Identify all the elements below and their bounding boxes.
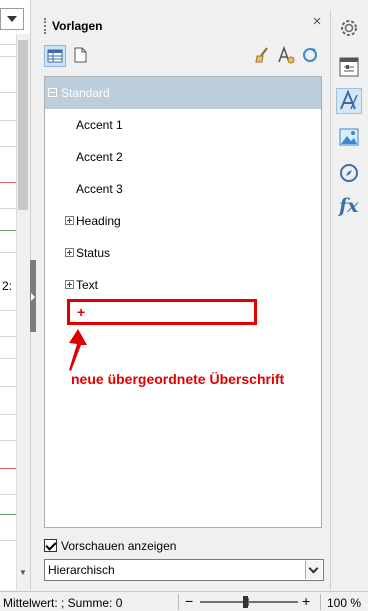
style-item-text[interactable]: Text <box>45 269 321 301</box>
fill-format-mode-button[interactable] <box>252 45 274 67</box>
fill-format-icon <box>255 47 268 63</box>
chevron-right-icon <box>31 293 35 301</box>
zoom-slider-center-tick <box>248 598 249 606</box>
panel-title: Vorlagen <box>52 19 103 33</box>
zoom-out-button[interactable]: − <box>185 592 193 610</box>
navigator-icon <box>340 164 358 182</box>
chevron-down-icon <box>7 16 17 22</box>
new-parent-heading-highlight: + <box>67 299 257 325</box>
grid-line <box>0 386 16 387</box>
styles-toolbar <box>44 45 324 71</box>
styles-panel: Vorlagen × Standard Accent 1 Accent 2 Ac… <box>36 10 329 590</box>
zoom-slider-handle[interactable] <box>243 596 248 608</box>
style-item-accent-2[interactable]: Accent 2 <box>45 141 321 173</box>
annotation-arrow-icon <box>69 329 87 371</box>
grid-line <box>0 44 16 45</box>
grid-line <box>0 56 16 57</box>
styles-icon <box>340 89 358 110</box>
functions-icon: fx <box>339 195 359 217</box>
sidebar-styles-button[interactable] <box>336 88 362 114</box>
page-styles-icon <box>74 47 87 63</box>
style-item-accent-1[interactable]: Accent 1 <box>45 109 321 141</box>
name-box-dropdown[interactable] <box>0 8 24 30</box>
panel-drag-handle[interactable] <box>44 18 48 34</box>
preview-checkbox[interactable] <box>44 539 57 552</box>
paragraph-styles-button[interactable] <box>44 45 66 67</box>
grid-line <box>0 120 16 121</box>
update-style-button[interactable] <box>300 45 322 67</box>
style-item-label: Accent 1 <box>76 118 123 132</box>
cell-text: 2: <box>2 279 13 293</box>
style-filter-select[interactable]: Hierarchisch <box>44 559 324 581</box>
expand-icon[interactable] <box>65 248 74 257</box>
status-bar: Mittelwert: ; Summe: 0 − + 100 % <box>0 591 368 611</box>
scroll-down-arrow-icon[interactable]: ▼ <box>18 568 28 578</box>
styles-list[interactable]: Standard Accent 1 Accent 2 Accent 3 Head… <box>44 76 322 528</box>
style-item-label: Heading <box>76 214 121 228</box>
settings-icon <box>341 20 357 36</box>
plus-icon: + <box>77 304 86 320</box>
style-item-label: Accent 3 <box>76 182 123 196</box>
style-filter-value: Hierarchisch <box>48 563 115 577</box>
sidebar-gallery-button[interactable] <box>336 124 362 150</box>
style-item-label: Standard <box>61 86 110 100</box>
grid-line <box>0 146 16 147</box>
new-style-button[interactable] <box>276 45 298 67</box>
page-styles-button[interactable] <box>70 45 92 67</box>
status-separator <box>178 594 179 610</box>
sidebar-functions-button[interactable]: fx <box>336 195 362 221</box>
grid-line <box>0 468 16 469</box>
close-icon[interactable]: × <box>309 14 325 30</box>
grid-line <box>0 310 16 311</box>
style-item-label: Status <box>76 246 111 260</box>
style-item-accent-3[interactable]: Accent 3 <box>45 173 321 205</box>
dropdown-button[interactable] <box>305 561 322 579</box>
preview-label: Vorschauen anzeigen <box>61 539 177 553</box>
gallery-icon <box>339 128 359 146</box>
sidebar-settings-button[interactable] <box>336 15 362 41</box>
chevron-down-icon <box>308 563 319 574</box>
sidebar-navigator-button[interactable] <box>336 160 362 186</box>
zoom-slider[interactable] <box>200 601 298 603</box>
grid-line <box>0 440 16 441</box>
properties-icon <box>339 57 359 77</box>
annotation-text: neue übergeordnete Überschrift <box>71 371 285 387</box>
style-item-label: Text <box>76 278 99 292</box>
style-item-label: Accent 2 <box>76 150 123 164</box>
grid-line <box>0 182 16 183</box>
status-separator <box>320 594 321 610</box>
grid-line <box>0 92 16 93</box>
scrollbar-thumb[interactable] <box>18 40 28 210</box>
new-style-icon <box>278 45 295 64</box>
grid-line <box>0 494 16 495</box>
paragraph-styles-icon <box>47 49 63 63</box>
style-item-standard[interactable]: Standard <box>45 77 321 109</box>
grid-line <box>0 208 16 209</box>
grid-line <box>0 336 16 337</box>
update-style-icon <box>303 48 317 62</box>
expand-icon[interactable] <box>65 280 74 289</box>
grid-line <box>0 252 16 253</box>
sidebar-deck: fx <box>330 10 368 590</box>
sidebar-properties-button[interactable] <box>336 54 362 80</box>
selection-summary: Mittelwert: ; Summe: 0 <box>3 596 123 610</box>
collapse-icon[interactable] <box>48 88 57 97</box>
zoom-in-button[interactable]: + <box>302 592 310 610</box>
spreadsheet-edge: 2: ▼ <box>0 0 31 590</box>
style-item-heading[interactable]: Heading <box>45 205 321 237</box>
grid-line <box>0 540 16 541</box>
zoom-percentage[interactable]: 100 % <box>327 596 361 610</box>
expand-icon[interactable] <box>65 216 74 225</box>
style-item-status[interactable]: Status <box>45 237 321 269</box>
grid-line <box>0 358 16 359</box>
grid-line <box>0 230 16 231</box>
grid-line <box>0 514 16 515</box>
grid-line <box>0 414 16 415</box>
